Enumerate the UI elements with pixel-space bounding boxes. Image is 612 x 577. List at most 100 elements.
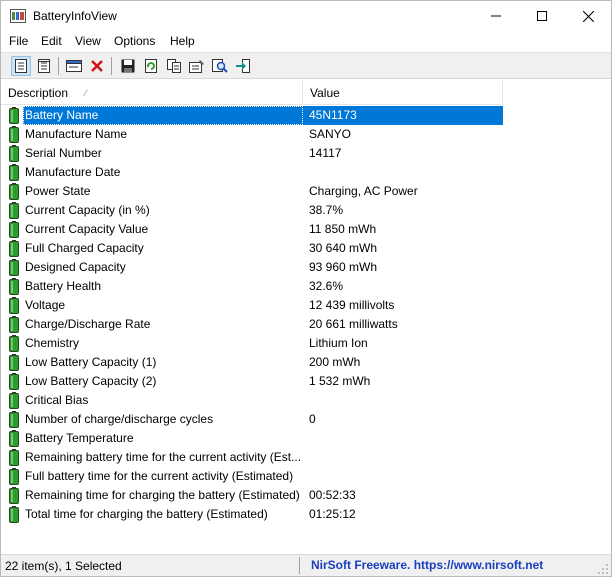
maximize-icon (537, 11, 547, 21)
row-value: 0 (309, 412, 316, 426)
column-header-description[interactable]: Description ⁄ (1, 81, 303, 105)
html-report-selected-button[interactable] (34, 56, 54, 76)
row-description: Remaining battery time for the current a… (25, 450, 302, 464)
list-header: Description ⁄ Value (1, 81, 503, 105)
table-row[interactable]: Chemistry Lithium Ion (1, 334, 503, 353)
html-report-all-button[interactable] (11, 56, 31, 76)
row-value (303, 448, 503, 467)
menu-help[interactable]: Help (170, 34, 195, 48)
battery-icon (9, 373, 19, 390)
table-row[interactable]: Charge/Discharge Rate 20 661 milliwatts (1, 315, 503, 334)
table-row[interactable]: Number of charge/discharge cycles 0 (1, 410, 503, 429)
row-value: 11 850 mWh (309, 222, 377, 236)
row-description: Manufacture Date (25, 165, 121, 179)
save-button[interactable] (118, 56, 138, 76)
column-header-value-label: Value (310, 86, 340, 100)
toolbar (1, 52, 611, 79)
table-row[interactable]: Remaining time for charging the battery … (1, 486, 503, 505)
refresh-icon (145, 59, 157, 73)
row-value: 1 532 mWh (309, 374, 371, 388)
table-row[interactable]: Full battery time for the current activi… (1, 467, 503, 486)
minimize-button[interactable] (473, 1, 519, 31)
battery-icon (9, 259, 19, 276)
row-description: Remaining time for charging the battery … (25, 488, 300, 502)
battery-info-list[interactable]: Description ⁄ Value Battery Name 45N1173 M… (1, 81, 611, 552)
app-window: BatteryInfoView File Edit View Options H… (0, 0, 612, 577)
table-row[interactable]: Remaining battery time for the current a… (1, 448, 503, 467)
toolbar-separator (58, 57, 59, 75)
row-description: Critical Bias (25, 393, 89, 407)
properties-icon (189, 60, 204, 73)
table-row[interactable]: Battery Name 45N1173 (1, 106, 503, 125)
html-report-all-icon (15, 59, 27, 73)
battery-icon (9, 506, 19, 523)
menu-edit[interactable]: Edit (41, 34, 62, 48)
battery-icon (9, 164, 19, 181)
properties-button[interactable] (187, 56, 207, 76)
table-row[interactable]: Current Capacity (in %) 38.7% (1, 201, 503, 220)
battery-icon (9, 335, 19, 352)
html-report-selected-icon (38, 59, 50, 73)
nirsoft-link[interactable]: NirSoft Freeware. https://www.nirsoft.ne… (311, 558, 543, 572)
properties-window-button[interactable] (64, 56, 84, 76)
toolbar-separator (111, 57, 112, 75)
close-icon (582, 10, 594, 22)
row-value (303, 391, 503, 410)
menu-file[interactable]: File (9, 34, 28, 48)
table-row[interactable]: Battery Health 32.6% (1, 277, 503, 296)
row-value: 14117 (309, 146, 342, 160)
table-row[interactable]: Voltage 12 439 millivolts (1, 296, 503, 315)
row-description: Battery Health (25, 279, 102, 293)
row-description: Total time for charging the battery (Est… (25, 507, 268, 521)
menu-options[interactable]: Options (114, 34, 155, 48)
copy-button[interactable] (164, 56, 184, 76)
table-row[interactable]: Designed Capacity 93 960 mWh (1, 258, 503, 277)
battery-icon (9, 126, 19, 143)
menu-bar: File Edit View Options Help (1, 31, 611, 52)
title-bar[interactable]: BatteryInfoView (1, 1, 611, 31)
battery-icon (9, 202, 19, 219)
table-row[interactable]: Power State Charging, AC Power (1, 182, 503, 201)
table-row[interactable]: Critical Bias (1, 391, 503, 410)
table-row[interactable]: Battery Temperature (1, 429, 503, 448)
close-button[interactable] (565, 1, 611, 31)
table-row[interactable]: Full Charged Capacity 30 640 mWh (1, 239, 503, 258)
battery-icon (9, 468, 19, 485)
find-button[interactable] (210, 56, 230, 76)
row-description: Full battery time for the current activi… (25, 469, 294, 483)
battery-icon (9, 411, 19, 428)
table-row[interactable]: Total time for charging the battery (Est… (1, 505, 503, 524)
refresh-button[interactable] (141, 56, 161, 76)
resize-grip-icon[interactable] (597, 563, 609, 575)
battery-icon (9, 183, 19, 200)
table-row[interactable]: Current Capacity Value 11 850 mWh (1, 220, 503, 239)
row-description: Low Battery Capacity (1) (25, 355, 157, 369)
column-header-value[interactable]: Value (303, 81, 503, 105)
row-description: Battery Name (23, 106, 303, 125)
row-value: 20 661 milliwatts (309, 317, 398, 331)
table-row[interactable]: Low Battery Capacity (1) 200 mWh (1, 353, 503, 372)
status-divider (299, 557, 300, 574)
save-icon (121, 59, 135, 73)
row-description: Chemistry (25, 336, 80, 350)
delete-icon (91, 60, 103, 72)
row-value (303, 163, 503, 182)
battery-icon (9, 316, 19, 333)
row-description: Voltage (25, 298, 66, 312)
row-description: Number of charge/discharge cycles (25, 412, 214, 426)
menu-view[interactable]: View (75, 34, 101, 48)
column-header-description-label: Description (8, 86, 69, 100)
window-title: BatteryInfoView (33, 9, 117, 23)
table-row[interactable]: Serial Number 14117 (1, 144, 503, 163)
row-description: Battery Temperature (25, 431, 134, 445)
maximize-button[interactable] (519, 1, 565, 31)
battery-icon (9, 354, 19, 371)
table-row[interactable]: Manufacture Date (1, 163, 503, 182)
row-value: 200 mWh (309, 355, 361, 369)
table-row[interactable]: Manufacture Name SANYO (1, 125, 503, 144)
exit-button[interactable] (233, 56, 253, 76)
table-row[interactable]: Low Battery Capacity (2) 1 532 mWh (1, 372, 503, 391)
row-value: 30 640 mWh (309, 241, 378, 255)
row-description: Power State (25, 184, 91, 198)
delete-button[interactable] (87, 56, 107, 76)
